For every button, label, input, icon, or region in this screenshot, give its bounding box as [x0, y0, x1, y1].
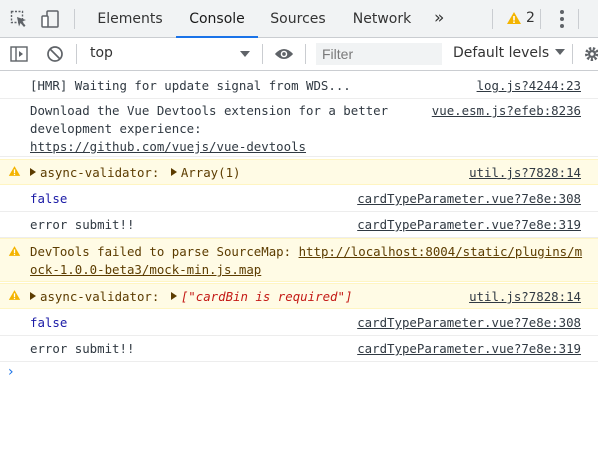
message-text: DevTools failed to parse SourceMap: http…: [30, 243, 586, 279]
source-link[interactable]: util.js?7828:14: [469, 165, 581, 180]
overflow-chevron-icon[interactable]: »: [434, 8, 444, 28]
toolbar-divider: [74, 9, 75, 29]
tab-elements[interactable]: Elements: [88, 0, 172, 37]
console-warning: DevTools failed to parse SourceMap: http…: [0, 238, 598, 282]
source-link[interactable]: cardTypeParameter.vue?7e8e:308: [357, 315, 581, 330]
source-link[interactable]: log.js?4244:23: [477, 78, 581, 93]
message-text: false: [30, 315, 68, 330]
console-message: Download the Vue Devtools extension for …: [0, 99, 598, 157]
log-levels-label: Default levels: [453, 45, 550, 61]
console-message: false cardTypeParameter.vue?7e8e:308: [0, 186, 598, 212]
tab-sources[interactable]: Sources: [262, 0, 334, 37]
message-text: [HMR] Waiting for update signal from WDS…: [30, 78, 351, 93]
console-message: error submit!! cardTypeParameter.vue?7e8…: [0, 212, 598, 238]
expand-triangle-icon[interactable]: [30, 168, 36, 176]
source-link[interactable]: cardTypeParameter.vue?7e8e:308: [357, 191, 581, 206]
context-selector[interactable]: top: [80, 38, 258, 70]
message-value: Array(1): [180, 165, 241, 180]
expand-triangle-icon[interactable]: [170, 292, 177, 300]
context-value: top: [90, 45, 113, 61]
console-warning: async-validator: ["cardBin is required"]…: [0, 283, 598, 309]
source-link[interactable]: cardTypeParameter.vue?7e8e:319: [357, 341, 581, 356]
devtools-tabbar: Elements Console Sources Network » 2: [0, 0, 598, 38]
toolbar-divider: [492, 9, 493, 29]
eye-icon[interactable]: [274, 44, 294, 64]
more-menu-icon[interactable]: [552, 8, 572, 30]
toolbar-divider: [540, 9, 541, 29]
source-link[interactable]: vue.esm.js?efeb:8236: [432, 103, 581, 118]
toolbar-divider: [262, 44, 263, 64]
message-text[interactable]: async-validator: Array(1): [30, 165, 241, 180]
inspect-icon[interactable]: [9, 9, 29, 29]
toolbar-divider: [305, 44, 306, 64]
tab-console[interactable]: Console: [176, 0, 258, 38]
warning-counter[interactable]: 2: [506, 10, 535, 26]
message-prefix: async-validator:: [40, 165, 167, 180]
toolbar-divider: [76, 44, 77, 64]
clear-console-icon[interactable]: [45, 44, 65, 64]
console-toolbar: top Default levels: [0, 38, 598, 71]
console-message: [HMR] Waiting for update signal from WDS…: [0, 72, 598, 99]
console-output: [HMR] Waiting for update signal from WDS…: [0, 72, 598, 470]
filter-input[interactable]: [316, 43, 442, 65]
message-prefix: async-validator:: [40, 289, 167, 304]
toolbar-divider: [572, 44, 573, 64]
message-text: Download the Vue Devtools extension for …: [30, 102, 400, 156]
message-text: error submit!!: [30, 341, 135, 356]
console-prompt[interactable]: ›: [8, 364, 14, 380]
device-toggle-icon[interactable]: [41, 9, 61, 29]
message-body: DevTools failed to parse SourceMap:: [30, 244, 299, 259]
warning-count: 2: [526, 10, 535, 26]
console-message: error submit!! cardTypeParameter.vue?7e8…: [0, 336, 598, 362]
tab-network[interactable]: Network: [344, 0, 420, 37]
message-text[interactable]: async-validator: ["cardBin is required"]: [30, 289, 352, 304]
log-levels-dropdown[interactable]: Default levels: [453, 45, 566, 61]
prompt-chevron-icon: ›: [8, 364, 14, 380]
warning-icon: [8, 166, 21, 176]
message-body: Download the Vue Devtools extension for …: [30, 103, 389, 136]
message-value: ["cardBin is required"]: [180, 289, 353, 304]
warning-icon: [507, 12, 521, 24]
console-warning: async-validator: Array(1) util.js?7828:1…: [0, 159, 598, 185]
url-link[interactable]: https://github.com/vuejs/vue-devtools: [30, 139, 306, 154]
message-text: false: [30, 191, 68, 206]
warning-icon: [8, 246, 21, 256]
source-link[interactable]: cardTypeParameter.vue?7e8e:319: [357, 217, 581, 232]
chevron-down-icon: [240, 51, 250, 57]
message-text: error submit!!: [30, 217, 135, 232]
toolbar-divider: [578, 9, 579, 29]
sidebar-toggle-icon[interactable]: [9, 44, 29, 64]
warning-icon: [8, 290, 21, 300]
expand-triangle-icon[interactable]: [170, 168, 177, 176]
source-link[interactable]: util.js?7828:14: [469, 289, 581, 304]
expand-triangle-icon[interactable]: [30, 292, 36, 300]
console-message: false cardTypeParameter.vue?7e8e:308: [0, 310, 598, 336]
gear-icon[interactable]: [582, 44, 598, 64]
chevron-down-icon: [555, 49, 566, 55]
